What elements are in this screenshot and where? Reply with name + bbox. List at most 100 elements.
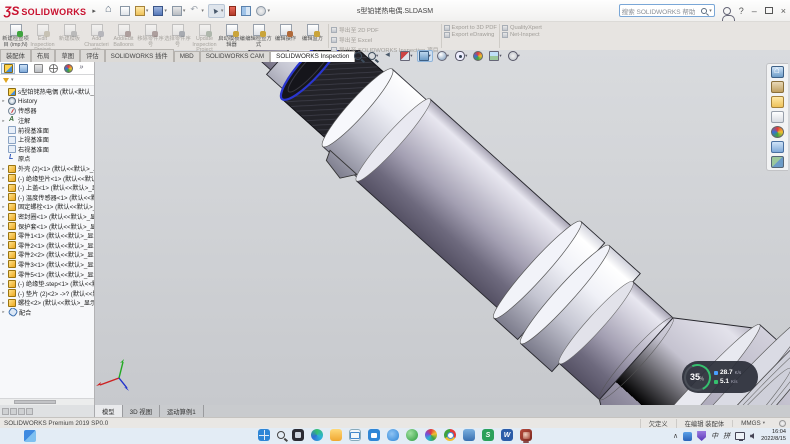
- start-icon[interactable]: [258, 429, 270, 441]
- quick-access-button[interactable]: ▾: [240, 5, 252, 17]
- tree-root-item[interactable]: s型铂铑热电偶 (默认<默认_显示状态-1: [1, 87, 94, 97]
- filter-caret-icon[interactable]: ▾: [11, 77, 14, 83]
- file-explorer-icon[interactable]: [330, 429, 342, 441]
- tree-item[interactable]: ▸ 配合: [1, 308, 94, 318]
- tree-item[interactable]: 前视基准面: [1, 125, 94, 135]
- tree-item[interactable]: ▸ 注解: [1, 116, 94, 126]
- search-icon[interactable]: [277, 431, 285, 439]
- wps-icon[interactable]: S: [482, 429, 494, 441]
- menu-expand-arrow[interactable]: ▸: [92, 7, 96, 15]
- tree-item[interactable]: 右视基准面: [1, 145, 94, 155]
- chevron-up-icon[interactable]: [673, 432, 678, 440]
- close-button[interactable]: ×: [781, 6, 786, 16]
- status-item[interactable]: MMGS ▾: [732, 420, 773, 427]
- tree-item[interactable]: ▸ History: [1, 97, 94, 107]
- document-tab[interactable]: 运动算例1: [160, 405, 204, 417]
- panel-tab[interactable]: [1, 63, 15, 74]
- view-tool-button[interactable]: ▾: [487, 50, 503, 62]
- tree-item[interactable]: ▸ 密封圈<1> (默认<<默认>_显示状: [1, 212, 94, 222]
- tree-item[interactable]: ▸ 外壳 (2)<1> (默认<<默认>_显示状: [1, 164, 94, 174]
- panel-horizontal-scrollbar[interactable]: [0, 398, 94, 405]
- speaker-icon[interactable]: [750, 433, 754, 439]
- view-tool-button[interactable]: ▾: [352, 51, 364, 61]
- quick-access-button[interactable]: ▾: [152, 5, 168, 17]
- tree-item[interactable]: ▸ (-) 温度传感器<1> (默认<<默认>_: [1, 193, 94, 203]
- tree-item[interactable]: ▸ 零件3<1> (默认<<默认>_显示状态: [1, 260, 94, 270]
- tree-item[interactable]: ▸ 零件2<2> (默认<<默认>_显示状态: [1, 250, 94, 260]
- minimize-button[interactable]: –: [752, 6, 757, 16]
- panel-tab[interactable]: [61, 63, 75, 74]
- store-icon[interactable]: [368, 429, 380, 441]
- quick-access-button[interactable]: ▾: [119, 5, 131, 17]
- custom-properties-icon[interactable]: [771, 141, 784, 153]
- command-tab[interactable]: SOLIDWORKS Inspection: [270, 51, 355, 62]
- quick-access-button[interactable]: ▾: [171, 5, 187, 17]
- tray-item[interactable]: 拼: [723, 431, 730, 441]
- tree-item[interactable]: ▸ 零件5<1> (默认<<默认>_显示状态: [1, 269, 94, 279]
- quick-access-button[interactable]: ▾: [208, 4, 226, 18]
- model-viewport[interactable]: [95, 50, 790, 405]
- design-library-icon[interactable]: [771, 81, 784, 93]
- quick-access-button[interactable]: ▾: [189, 5, 205, 17]
- tree-item[interactable]: 原点: [1, 154, 94, 164]
- status-item[interactable]: 在编辑 装配体 ▾: [676, 419, 733, 428]
- command-tab[interactable]: 评估: [80, 49, 105, 62]
- tree-item[interactable]: ▸ 零件1<1> (默认<<默认>_显示状态: [1, 231, 94, 241]
- view-tool-button[interactable]: ▾: [366, 51, 380, 61]
- tree-item[interactable]: ▸ 螺栓<2> (默认<<默认>_显示状态: [1, 298, 94, 308]
- command-tab[interactable]: SOLIDWORKS CAM: [200, 51, 270, 62]
- solidworks-icon[interactable]: [520, 429, 532, 441]
- app-blue-icon[interactable]: [683, 432, 692, 441]
- document-tab[interactable]: 模型: [95, 405, 123, 417]
- tree-item[interactable]: ▸ 固定螺栓<1> (默认<<默认>_显示: [1, 202, 94, 212]
- mail-icon[interactable]: [349, 429, 361, 441]
- quick-access-button[interactable]: ▾: [255, 5, 271, 17]
- command-tab[interactable]: SOLIDWORKS 插件: [105, 49, 174, 62]
- task-view-icon[interactable]: [292, 429, 304, 441]
- resources-home-icon[interactable]: [771, 66, 784, 78]
- user-account-icon[interactable]: [723, 7, 731, 15]
- document-tab[interactable]: 3D 视图: [123, 405, 160, 417]
- export-menu-item[interactable]: 导出至 2D PDF: [331, 25, 439, 34]
- net-monitor-widget[interactable]: 35% 28.7 K/s 5.1 K/s: [682, 361, 758, 393]
- tree-item[interactable]: 传感器: [1, 106, 94, 116]
- word-icon[interactable]: W: [501, 429, 513, 441]
- panel-tab[interactable]: [31, 63, 45, 74]
- help-button[interactable]: ?: [739, 6, 744, 16]
- monitor-icon[interactable]: [735, 432, 745, 440]
- tree-item[interactable]: ▸ (-) 绝缘垫片<1> (默认<<默认>_显: [1, 173, 94, 183]
- tree-item[interactable]: ▸ (-) 垫片 (2)<2> ->? (默认<<默认>: [1, 288, 94, 298]
- command-tab[interactable]: 装配体: [0, 49, 31, 62]
- file-explorer-icon[interactable]: [771, 96, 784, 108]
- edge-icon[interactable]: [311, 429, 323, 441]
- view-palette-icon[interactable]: [771, 111, 784, 123]
- quick-access-button[interactable]: ▾: [104, 5, 116, 17]
- export-menu-item[interactable]: Net-Inspect: [502, 32, 542, 38]
- appearances-scenes-icon[interactable]: [771, 126, 784, 138]
- view-tool-button[interactable]: ▾: [398, 50, 414, 62]
- tree-item[interactable]: 上视基准面: [1, 135, 94, 145]
- taskbar-clock[interactable]: 16:04 2022/8/15: [761, 429, 786, 442]
- command-tab[interactable]: 布局: [31, 49, 56, 62]
- scrollbar-thumb[interactable]: [14, 400, 56, 404]
- quick-access-button[interactable]: ▾: [228, 5, 237, 17]
- panel-tab[interactable]: [16, 63, 30, 74]
- view-tool-button[interactable]: ▾: [382, 50, 396, 62]
- tree-item[interactable]: ▸ 零件2<1> (默认<<默认>_显示状态: [1, 241, 94, 251]
- chrome-icon[interactable]: [444, 429, 456, 441]
- search-icon[interactable]: [701, 8, 707, 14]
- view-tool-button[interactable]: ▾: [435, 50, 451, 62]
- view-tool-button[interactable]: ▾: [453, 50, 469, 62]
- tree-item[interactable]: ▸ 保护套<1> (默认<<默认>_显示状: [1, 221, 94, 231]
- shield-icon[interactable]: [697, 431, 706, 441]
- command-tab[interactable]: MBD: [174, 51, 200, 62]
- tree-item[interactable]: ▸ (-) 上盖<1> (默认<<默认>_显示状: [1, 183, 94, 193]
- view-tool-button[interactable]: ▾: [506, 50, 522, 62]
- tree-filter-bar[interactable]: ▾: [0, 75, 94, 86]
- export-menu-item[interactable]: 导出至 Excel: [331, 35, 439, 44]
- forum-icon[interactable]: [771, 156, 784, 168]
- tray-item[interactable]: 中: [711, 431, 718, 441]
- status-options-icon[interactable]: [779, 420, 786, 427]
- panel-tab[interactable]: [46, 63, 60, 74]
- restore-button[interactable]: [765, 7, 773, 14]
